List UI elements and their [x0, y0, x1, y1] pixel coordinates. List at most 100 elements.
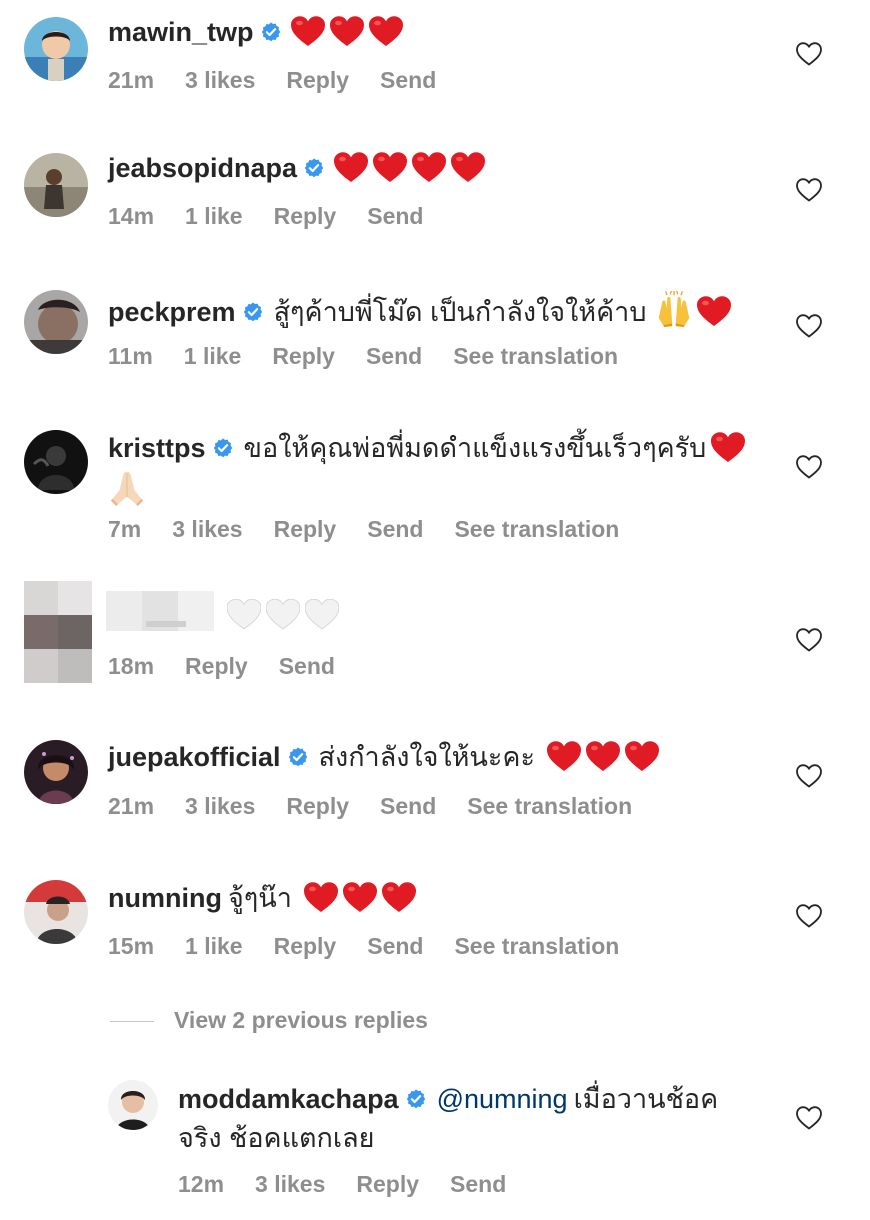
comment-meta: 12m 3 likes Reply Send [178, 1169, 537, 1199]
red-heart-icon [369, 16, 403, 47]
comment-meta: 7m 3 likes Reply Send See translation [108, 514, 650, 544]
red-heart-icon [711, 432, 745, 463]
reply-button[interactable]: Reply [286, 65, 349, 95]
raising-hands-icon [656, 291, 692, 327]
comment-body: ขอให้คุณพ่อพี่มดดำแข็งแรงขึ้นเร็วๆครับ [243, 433, 707, 463]
likes-count[interactable]: 3 likes [185, 65, 255, 95]
timestamp: 18m [108, 653, 155, 679]
comment-body-continued: จริง ช้อคแตกเลย [178, 1123, 375, 1153]
white-heart-icon [305, 599, 339, 630]
comment-body: ส่งกำลังใจให้นะคะ [318, 742, 535, 772]
mention-link[interactable]: @numning [437, 1084, 568, 1114]
send-button[interactable]: Send [367, 931, 423, 961]
comment-meta: 15m 1 like Reply Send See translation [108, 931, 650, 961]
red-heart-icon [586, 741, 620, 772]
send-button[interactable]: Send [367, 514, 423, 544]
reply-button[interactable]: Reply [274, 514, 337, 544]
see-translation-button[interactable]: See translation [453, 341, 618, 371]
see-translation-button[interactable]: See translation [454, 514, 619, 544]
like-heart-icon[interactable] [796, 42, 822, 66]
view-previous-replies[interactable]: View 2 previous replies [110, 1005, 428, 1035]
timestamp: 21m [108, 793, 155, 819]
verified-badge-icon [405, 1088, 427, 1110]
send-button[interactable]: Send [380, 791, 436, 821]
red-heart-icon [343, 882, 377, 913]
comment-text: jeabsopidnapa [108, 151, 485, 185]
send-button[interactable]: Send [366, 341, 422, 371]
comment-meta: 18m Reply Send [108, 651, 366, 681]
likes-count[interactable]: 3 likes [185, 791, 255, 821]
reply-button[interactable]: Reply [272, 341, 335, 371]
comment-text [222, 598, 339, 632]
timestamp: 14m [108, 203, 155, 229]
see-translation-button[interactable]: See translation [454, 931, 619, 961]
comment-text: kristtps ขอให้คุณพ่อพี่มดดำแข็งแรงขึ้นเร็… [108, 431, 745, 465]
replies-divider [110, 1021, 154, 1023]
comment-text: juepakofficial ส่งกำลังใจให้นะคะ [108, 740, 659, 774]
username[interactable]: numning [108, 883, 222, 913]
like-heart-icon[interactable] [796, 1106, 822, 1130]
username[interactable]: jeabsopidnapa [108, 153, 297, 183]
reply-button[interactable]: Reply [274, 931, 337, 961]
username[interactable]: mawin_twp [108, 17, 254, 47]
timestamp: 12m [178, 1171, 225, 1197]
verified-badge-icon [242, 301, 264, 323]
username[interactable]: juepakofficial [108, 742, 281, 772]
reply-button[interactable]: Reply [274, 201, 337, 231]
reply-button[interactable]: Reply [356, 1169, 419, 1199]
comment-body: สู้ๆค้าบพี่โม๊ด เป็นกำลังใจให้ค้าบ [273, 297, 647, 327]
send-button[interactable]: Send [367, 201, 423, 231]
like-heart-icon[interactable] [796, 904, 822, 928]
comment-meta: 21m 3 likes Reply Send See translation [108, 791, 663, 821]
likes-count[interactable]: 1 like [184, 341, 242, 371]
verified-badge-icon [303, 157, 325, 179]
red-heart-icon [382, 882, 416, 913]
white-heart-icon [266, 599, 300, 630]
likes-count[interactable]: 1 like [185, 931, 243, 961]
avatar[interactable] [108, 1080, 158, 1130]
folded-hands-icon [108, 470, 146, 506]
username[interactable]: kristtps [108, 433, 206, 463]
red-heart-icon [291, 16, 325, 47]
blurred-avatar[interactable] [24, 581, 92, 683]
red-heart-icon [330, 16, 364, 47]
see-translation-button[interactable]: See translation [467, 791, 632, 821]
comment-text: mawin_twp [108, 15, 403, 49]
send-button[interactable]: Send [279, 651, 335, 681]
blurred-username [106, 591, 214, 631]
avatar[interactable] [24, 740, 88, 804]
likes-count[interactable]: 3 likes [255, 1169, 325, 1199]
verified-badge-icon [260, 21, 282, 43]
red-heart-icon [373, 152, 407, 183]
username[interactable]: moddamkachapa [178, 1084, 399, 1114]
reply-button[interactable]: Reply [185, 651, 248, 681]
comment-text-continued: จริง ช้อคแตกเลย [178, 1121, 375, 1155]
comment-body: จู้ๆน๊า [227, 883, 292, 913]
comment-meta: 14m 1 like Reply Send [108, 201, 454, 231]
red-heart-icon [547, 741, 581, 772]
red-heart-icon [304, 882, 338, 913]
like-heart-icon[interactable] [796, 764, 822, 788]
avatar[interactable] [24, 153, 88, 217]
likes-count[interactable]: 3 likes [172, 514, 242, 544]
like-heart-icon[interactable] [796, 314, 822, 338]
reply-button[interactable]: Reply [286, 791, 349, 821]
view-replies-label: View 2 previous replies [174, 1007, 428, 1033]
like-heart-icon[interactable] [796, 178, 822, 202]
red-heart-icon [697, 296, 731, 327]
username[interactable]: peckprem [108, 297, 236, 327]
like-heart-icon[interactable] [796, 628, 822, 652]
red-heart-icon [412, 152, 446, 183]
avatar[interactable] [24, 880, 88, 944]
send-button[interactable]: Send [380, 65, 436, 95]
avatar[interactable] [24, 17, 88, 81]
send-button[interactable]: Send [450, 1169, 506, 1199]
avatar[interactable] [24, 430, 88, 494]
avatar[interactable] [24, 290, 88, 354]
red-heart-icon [334, 152, 368, 183]
like-heart-icon[interactable] [796, 455, 822, 479]
timestamp: 11m [108, 343, 153, 369]
comment-text: peckprem สู้ๆค้าบพี่โม๊ด เป็นกำลังใจให้ค้… [108, 291, 731, 329]
likes-count[interactable]: 1 like [185, 201, 243, 231]
comment-meta: 11m 1 like Reply Send See translation [108, 341, 649, 371]
